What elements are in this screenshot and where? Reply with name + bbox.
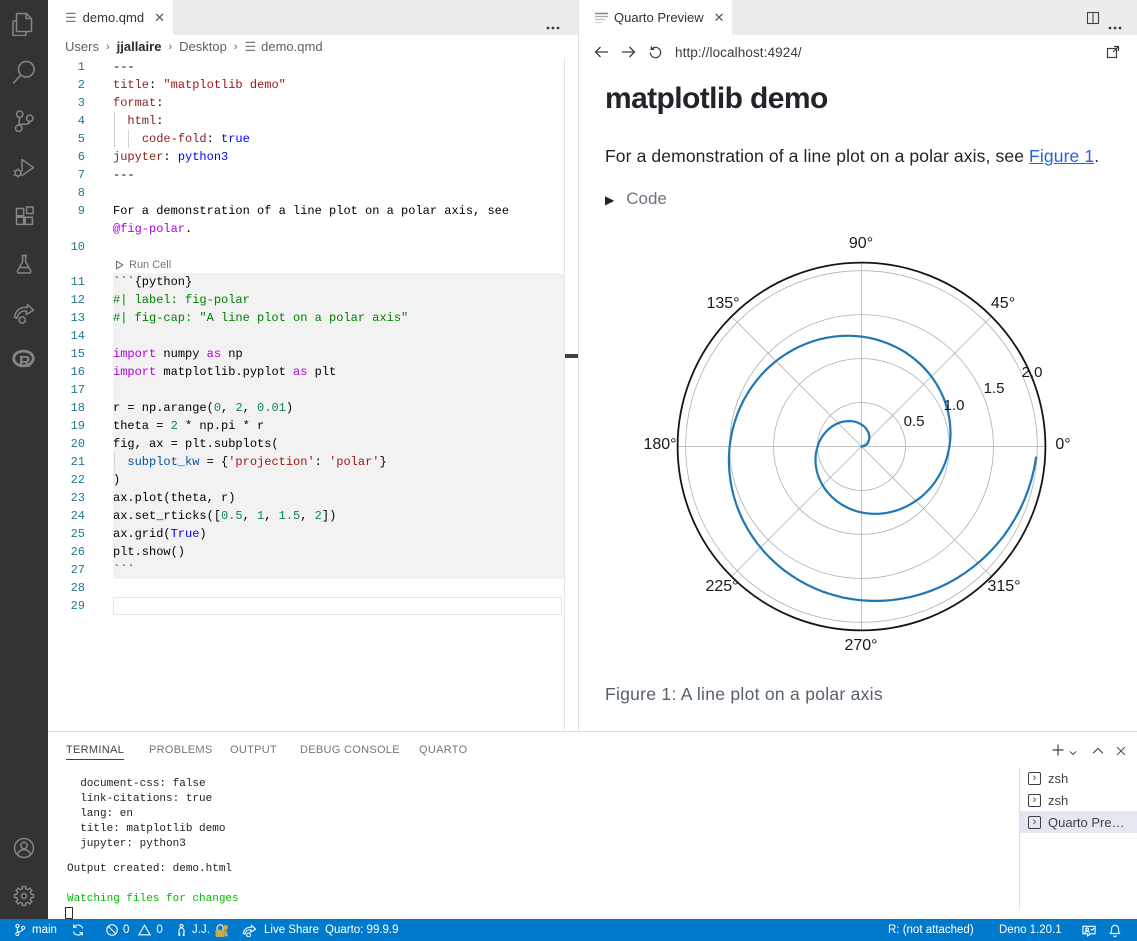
svg-text:0.5: 0.5 — [904, 413, 925, 430]
svg-text:1.0: 1.0 — [944, 397, 965, 414]
svg-text:1.5: 1.5 — [984, 380, 1005, 397]
svg-text:225°: 225° — [705, 578, 738, 595]
svg-text:135°: 135° — [706, 295, 739, 312]
svg-text:180°: 180° — [643, 436, 676, 453]
svg-text:45°: 45° — [991, 295, 1015, 312]
svg-text:0°: 0° — [1055, 436, 1070, 453]
svg-text:2.0: 2.0 — [1022, 364, 1043, 381]
svg-text:90°: 90° — [849, 235, 873, 252]
svg-text:270°: 270° — [844, 637, 877, 654]
svg-text:315°: 315° — [987, 578, 1020, 595]
svg-text:R: R — [19, 354, 31, 371]
